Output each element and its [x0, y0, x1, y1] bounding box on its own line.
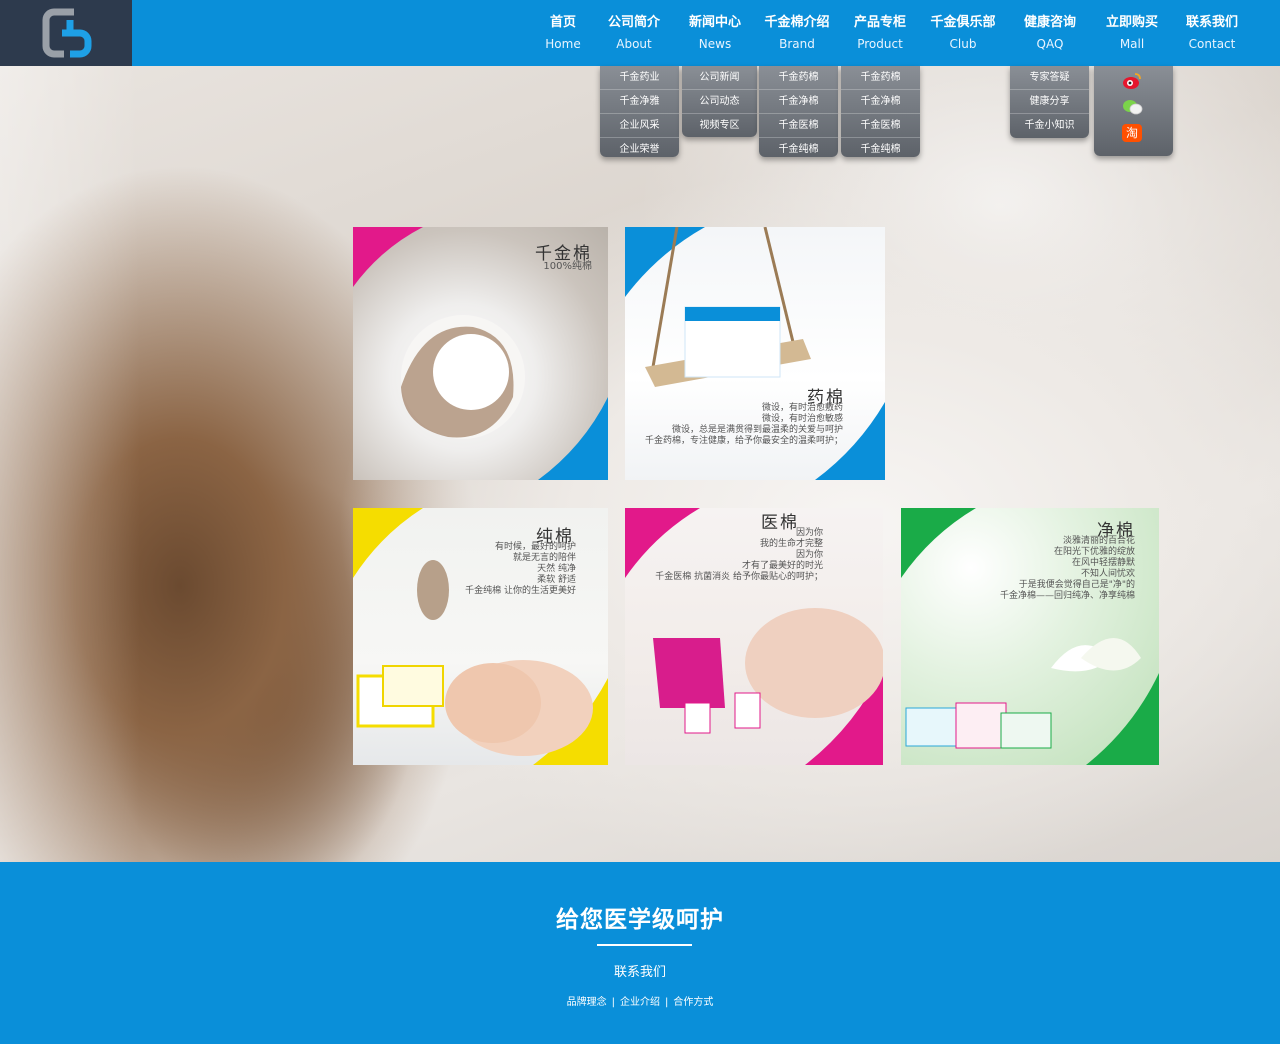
card-text-line: 柔软 舒适 [537, 575, 576, 585]
card-text-line: 微设，有时治愈敏感 [761, 414, 843, 424]
card-text-line: 因为你 [795, 550, 823, 560]
card-text-line: 微设，有时治愈敷药 [761, 403, 843, 413]
nav-label-en: Mall [1119, 37, 1145, 51]
footer-link-cooperation[interactable]: 合作方式 [673, 997, 713, 1008]
card-subtitle: 100%纯棉 [543, 261, 592, 272]
site-footer: 给您医学级呵护 联系我们 品牌理念 | 企业介绍 | 合作方式 [0, 862, 1280, 1044]
nav-label-cn: 立即购买 [1105, 15, 1158, 30]
footer-links: 品牌理念 | 企业介绍 | 合作方式 [0, 993, 1280, 1008]
product-card-chunmian[interactable]: 纯棉 有时候，最好的呵护 就是无言的陪伴 天然 纯净 柔软 舒适 千金纯棉 让你… [353, 508, 608, 765]
dropdown-mall: 淘 [1094, 66, 1173, 156]
dropdown-item[interactable]: 千金医棉 [759, 114, 838, 138]
dropdown-item[interactable]: 千金净棉 [759, 90, 838, 114]
dropdown-qaq: 专家答疑 健康分享 千金小知识 [1010, 66, 1089, 138]
card-text-line: 因为你 [795, 528, 823, 538]
nav-label-en: Product [857, 37, 903, 51]
nav-label-en: QAQ [1036, 37, 1064, 51]
dropdown-item[interactable]: 千金纯棉 [841, 138, 920, 162]
card-text-line: 淡雅清丽的百合花 [1062, 536, 1135, 546]
dropdown-item[interactable]: 健康分享 [1010, 90, 1089, 114]
nav-label-cn: 联系我们 [1185, 15, 1238, 30]
logo-icon [42, 8, 92, 58]
nav-item-contact[interactable]: 联系我们 Contact [1170, 14, 1254, 53]
card-text-line: 千金纯棉 让你的生活更美好 [465, 586, 576, 596]
wechat-icon[interactable] [1122, 98, 1143, 116]
nav-item-product[interactable]: 产品专柜 Product [838, 14, 922, 53]
card-text-line: 我的生命才完整 [759, 539, 823, 549]
dropdown-item[interactable]: 千金小知识 [1010, 114, 1089, 138]
nav-label-cn: 健康咨询 [1023, 15, 1076, 30]
footer-divider [597, 944, 692, 946]
card-text-line: 千金药棉，专注健康，给予你最安全的温柔呵护； [644, 436, 843, 446]
card-text: 有时候，最好的呵护 就是无言的陪伴 天然 纯净 柔软 舒适 千金纯棉 让你的生活… [426, 542, 576, 597]
footer-contact-link[interactable]: 联系我们 [0, 961, 1280, 980]
dropdown-item[interactable]: 千金药棉 [759, 66, 838, 90]
footer-separator: | [665, 997, 669, 1008]
nav-item-brand[interactable]: 千金棉介绍 Brand [755, 14, 839, 53]
dropdown-item[interactable]: 专家答疑 [1010, 66, 1089, 90]
wechat-icon [1123, 100, 1143, 115]
logo[interactable] [0, 0, 132, 66]
dropdown-item[interactable]: 千金纯棉 [759, 138, 838, 162]
nav-item-club[interactable]: 千金俱乐部 Club [921, 14, 1005, 53]
nav-item-mall[interactable]: 立即购买 Mall [1090, 14, 1174, 53]
dropdown-item[interactable]: 千金药业 [600, 66, 679, 90]
nav-label-en: About [616, 37, 652, 51]
nav-item-about[interactable]: 公司简介 About [592, 14, 676, 53]
dropdown-item[interactable]: 千金净棉 [841, 90, 920, 114]
nav-label-cn: 产品专柜 [853, 15, 906, 30]
footer-separator: | [611, 997, 615, 1008]
site-header: 首页 Home 公司简介 About 新闻中心 News 千金棉介绍 Brand… [0, 0, 1280, 66]
hero-shade [0, 66, 140, 862]
card-text-line: 微设，总是是满贯得到最温柔的关爱与呵护 [671, 425, 843, 435]
dropdown-product: 千金药棉 千金净棉 千金医棉 千金纯棉 [841, 66, 920, 157]
card-text-line: 在风中轻摆静默 [1071, 558, 1135, 568]
card-text-line: 在阳光下优雅的绽放 [1053, 547, 1135, 557]
dropdown-news: 公司新闻 公司动态 视频专区 [682, 66, 757, 137]
dropdown-item[interactable]: 企业荣誉 [600, 138, 679, 162]
card-text-line: 千金净棉——回归纯净、净享纯棉 [999, 591, 1135, 601]
product-card-jingmian[interactable]: 净棉 淡雅清丽的百合花 在阳光下优雅的绽放 在风中轻摆静默 不知人间忧欢 于是我… [901, 508, 1159, 765]
card-text-line: 千金医棉 抗菌消炎 给予你最贴心的呵护； [655, 572, 823, 582]
card-text-line: 有时候，最好的呵护 [494, 542, 576, 552]
hero-background: 千金棉 100%纯棉 药棉 微设，有时治愈敷药 微设，有时治愈敏感 微设，总是是… [0, 66, 1280, 862]
nav-label-cn: 千金棉介绍 [764, 15, 830, 30]
nav-label-cn: 新闻中心 [688, 15, 741, 30]
weibo-icon [1123, 73, 1141, 89]
card-text-line: 天然 纯净 [537, 564, 576, 574]
dropdown-about: 千金药业 千金净雅 企业风采 企业荣誉 [600, 66, 679, 157]
weibo-icon[interactable] [1122, 72, 1142, 90]
card-text-line: 才有了最美好的时光 [741, 561, 823, 571]
nav-label-en: Brand [779, 37, 815, 51]
dropdown-item[interactable]: 视频专区 [682, 114, 757, 138]
card-text-line: 不知人间忧欢 [1080, 569, 1135, 579]
dropdown-item[interactable]: 公司动态 [682, 90, 757, 114]
card-text: 因为你 我的生命才完整 因为你 才有了最美好的时光 千金医棉 抗菌消炎 给予你最… [643, 528, 823, 583]
footer-slogan: 给您医学级呵护 [556, 907, 724, 933]
dropdown-item[interactable]: 千金净雅 [600, 90, 679, 114]
dropdown-item[interactable]: 千金医棉 [841, 114, 920, 138]
nav-label-cn: 公司简介 [607, 15, 660, 30]
card-text-line: 就是无言的陪伴 [512, 553, 576, 563]
nav-item-qaq[interactable]: 健康咨询 QAQ [1008, 14, 1092, 53]
dropdown-item[interactable]: 公司新闻 [682, 66, 757, 90]
dropdown-item[interactable]: 企业风采 [600, 114, 679, 138]
product-card-yaomian[interactable]: 药棉 微设，有时治愈敷药 微设，有时治愈敏感 微设，总是是满贯得到最温柔的关爱与… [625, 227, 885, 480]
nav-item-news[interactable]: 新闻中心 News [673, 14, 757, 53]
card-text: 微设，有时治愈敷药 微设，有时治愈敏感 微设，总是是满贯得到最温柔的关爱与呵护 … [643, 403, 843, 447]
product-card-yimian[interactable]: 医棉 因为你 我的生命才完整 因为你 才有了最美好的时光 千金医棉 抗菌消炎 给… [625, 508, 883, 765]
footer-link-brand[interactable]: 品牌理念 [567, 997, 607, 1008]
nav-label-en: Club [949, 37, 977, 51]
dropdown-brand: 千金药棉 千金净棉 千金医棉 千金纯棉 [759, 66, 838, 157]
footer-link-company[interactable]: 企业介绍 [620, 997, 660, 1008]
nav-label-en: Contact [1188, 37, 1236, 51]
product-card-qianjin[interactable]: 千金棉 100%纯棉 [353, 227, 608, 480]
dropdown-item[interactable]: 千金药棉 [841, 66, 920, 90]
card-text-line: 于是我便会觉得自己是"净"的 [1018, 580, 1135, 590]
nav-label-cn: 千金俱乐部 [930, 15, 996, 30]
taobao-icon[interactable]: 淘 [1122, 124, 1142, 142]
nav-label-en: News [698, 37, 732, 51]
card-text: 淡雅清丽的百合花 在阳光下优雅的绽放 在风中轻摆静默 不知人间忧欢 于是我便会觉… [935, 536, 1135, 602]
